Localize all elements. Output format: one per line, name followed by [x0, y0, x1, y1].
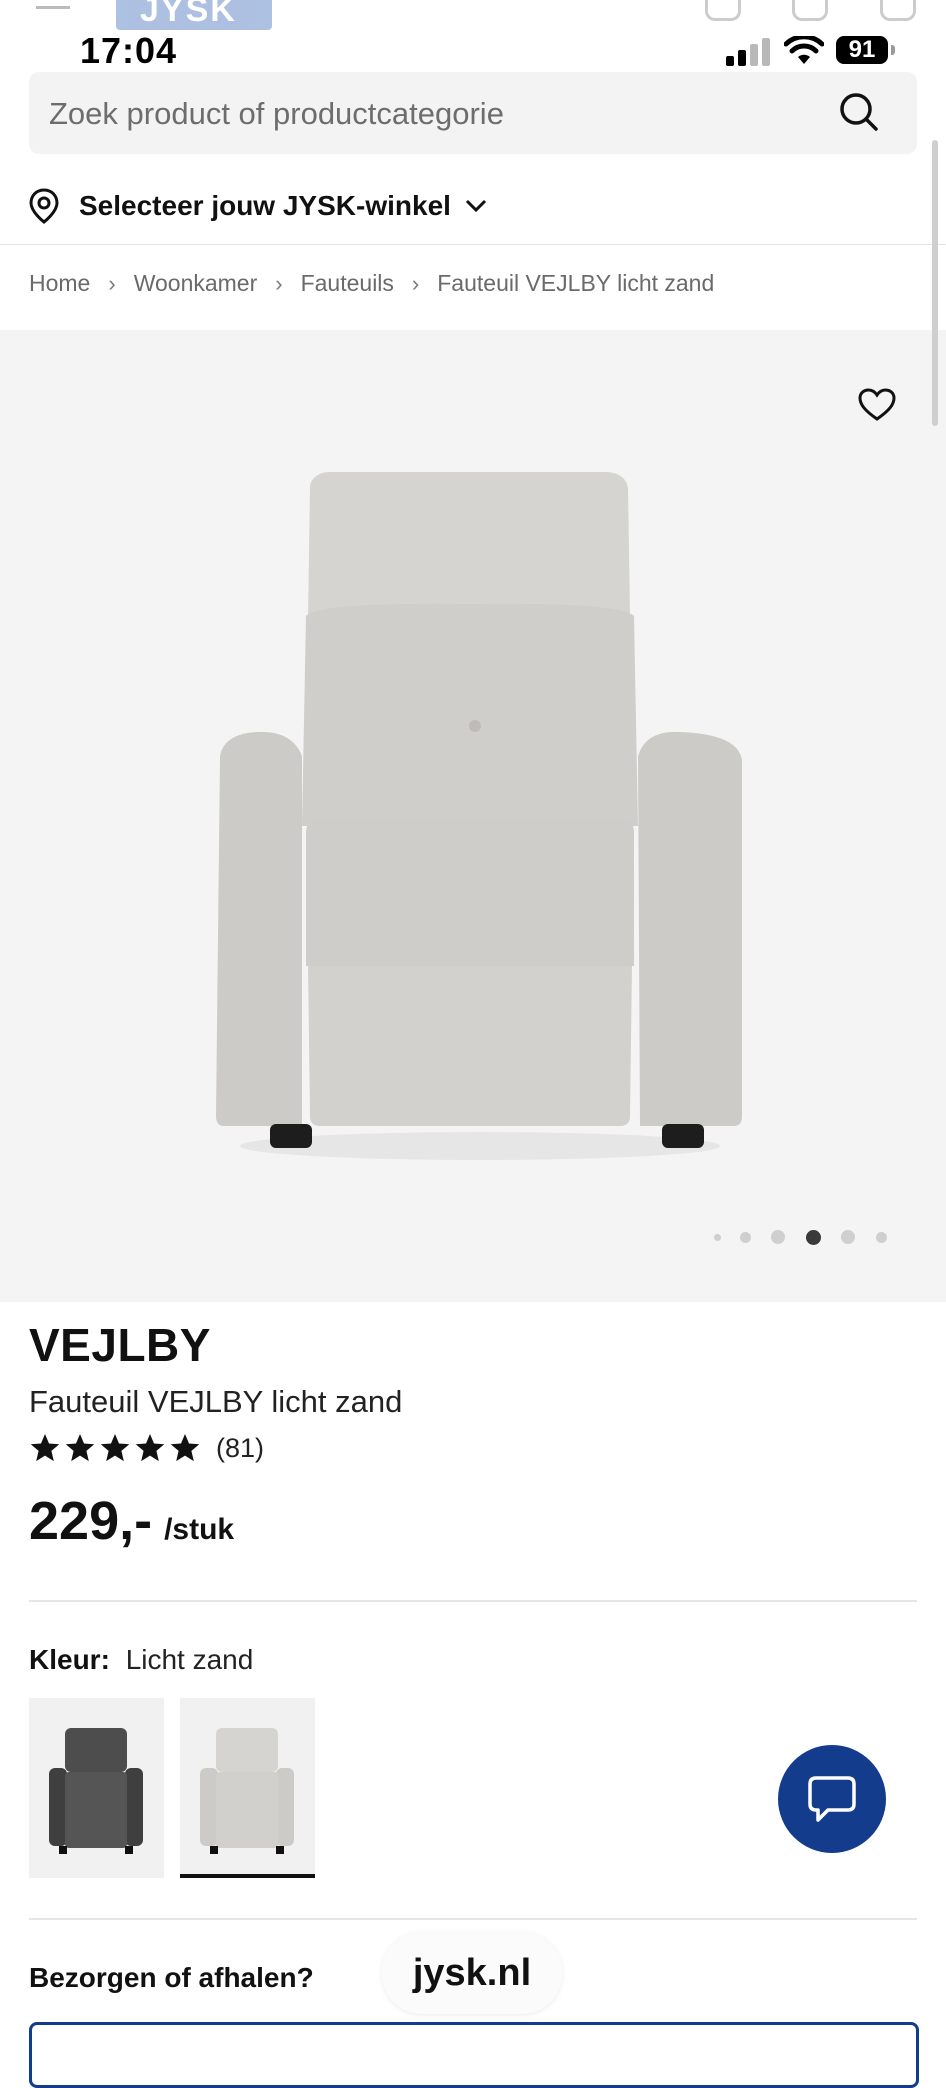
search-bar[interactable]: Zoek product of productcategorie [29, 72, 917, 154]
divider [0, 244, 946, 245]
gallery-pagination [0, 1228, 946, 1248]
color-swatch-dark-grey[interactable] [29, 1698, 164, 1878]
chat-button[interactable] [778, 1745, 886, 1853]
breadcrumb: Home › Woonkamer › Fauteuils › Fauteuil … [29, 270, 714, 297]
chevron-right-icon: › [275, 270, 283, 296]
gallery-dot[interactable] [876, 1232, 887, 1243]
favorite-heart-icon[interactable] [858, 388, 896, 422]
delivery-heading: Bezorgen of afhalen? [29, 1962, 314, 1993]
scrollbar[interactable] [932, 140, 938, 426]
color-selection: Kleur: Licht zand [29, 1644, 253, 1676]
gallery-dot[interactable] [740, 1232, 751, 1243]
star-icon [30, 1434, 60, 1462]
color-swatch-light-sand[interactable] [180, 1698, 315, 1878]
star-icon [65, 1434, 95, 1462]
store-selector[interactable]: Selecteer jouw JYSK-winkel [29, 180, 487, 232]
account-icon[interactable] [792, 0, 828, 21]
chevron-down-icon [465, 199, 486, 213]
product-brand: VEJLBY [29, 1319, 211, 1371]
chevron-right-icon: › [108, 270, 116, 296]
star-icon [170, 1434, 200, 1462]
logo-text: JYSK [140, 0, 237, 29]
battery-tip [891, 45, 895, 55]
product-rating[interactable]: (81) [29, 1432, 264, 1464]
price-value: 229,- [29, 1491, 153, 1551]
breadcrumb-home[interactable]: Home [29, 270, 90, 297]
price-unit: /stuk [164, 1513, 235, 1546]
gallery-dot-active[interactable] [806, 1230, 821, 1245]
color-label: Kleur: [29, 1644, 110, 1675]
battery-indicator: 91 [836, 36, 888, 64]
delivery-option-field[interactable] [29, 2022, 919, 2088]
status-bar: JYSK 17:04 91 [0, 0, 946, 71]
status-time: 17:04 [80, 30, 178, 71]
wifi-icon [784, 36, 824, 64]
jysk-logo[interactable]: JYSK [116, 0, 272, 30]
cellular-signal-icon [726, 38, 774, 66]
menu-icon[interactable] [36, 6, 70, 9]
color-value: Licht zand [125, 1644, 254, 1675]
cart-icon[interactable] [880, 0, 916, 21]
gallery-dot[interactable] [714, 1234, 721, 1241]
browser-url-bar[interactable]: jysk.nl [382, 1932, 562, 2014]
product-name: Fauteuil VEJLBY licht zand [29, 1384, 403, 1419]
gallery-dot[interactable] [841, 1230, 855, 1244]
star-icon [135, 1434, 165, 1462]
swatch-image-light-chair [200, 1728, 294, 1854]
chevron-right-icon: › [411, 270, 420, 296]
divider [29, 1600, 917, 1602]
product-image-chair [216, 472, 742, 1160]
product-price: 229,- /stuk [29, 1490, 234, 1552]
favorites-icon[interactable] [705, 0, 741, 21]
search-icon[interactable] [839, 92, 879, 132]
location-pin-icon [29, 188, 59, 224]
swatch-image-dark-chair [49, 1728, 143, 1854]
divider [29, 1918, 917, 1920]
breadcrumb-woonkamer[interactable]: Woonkamer [134, 270, 258, 297]
review-count[interactable]: (81) [216, 1433, 264, 1464]
star-icon [100, 1434, 130, 1462]
selected-swatch-indicator [180, 1874, 315, 1878]
breadcrumb-current: Fauteuil VEJLBY licht zand [437, 270, 715, 296]
chat-bubble-icon [808, 1776, 856, 1822]
breadcrumb-fauteuils[interactable]: Fauteuils [301, 270, 394, 297]
store-selector-label: Selecteer jouw JYSK-winkel [79, 190, 451, 221]
search-input[interactable]: Zoek product of productcategorie [49, 96, 504, 132]
gallery-dot[interactable] [771, 1230, 785, 1244]
